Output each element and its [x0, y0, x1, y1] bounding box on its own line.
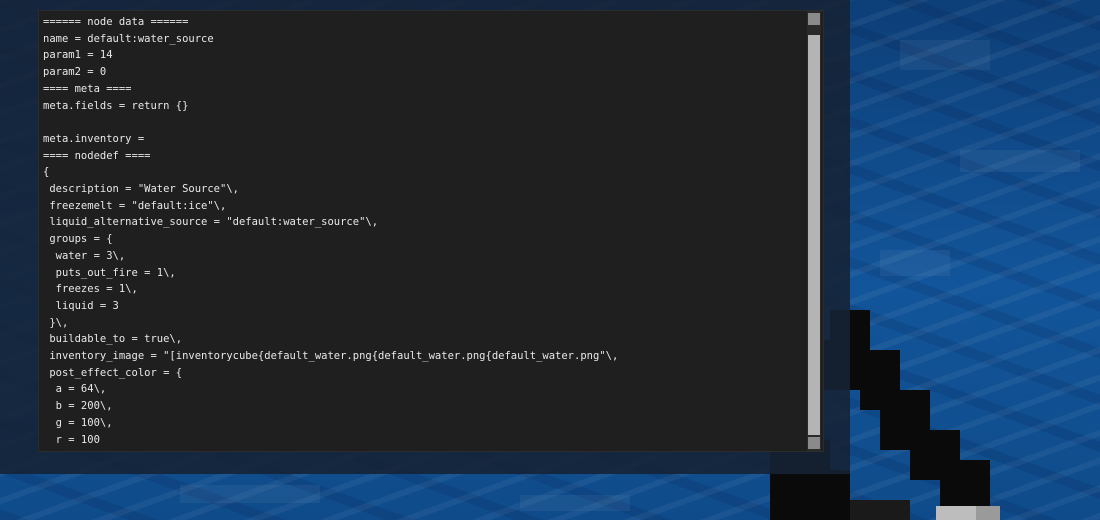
- water-ripple: [900, 40, 990, 70]
- scroll-thumb[interactable]: [808, 35, 820, 435]
- node-data-text[interactable]: ====== node data ====== name = default:w…: [43, 14, 803, 451]
- scroll-down-arrow-icon[interactable]: [808, 437, 820, 449]
- node-inspector-panel: ====== node data ====== name = default:w…: [0, 0, 850, 474]
- water-ripple: [960, 150, 1080, 172]
- node-data-textarea[interactable]: ====== node data ====== name = default:w…: [38, 10, 824, 452]
- scroll-up-arrow-icon[interactable]: [808, 13, 820, 25]
- vertical-scrollbar[interactable]: [807, 11, 821, 451]
- water-ripple: [520, 495, 630, 511]
- water-ripple: [180, 485, 320, 503]
- water-ripple: [880, 250, 950, 276]
